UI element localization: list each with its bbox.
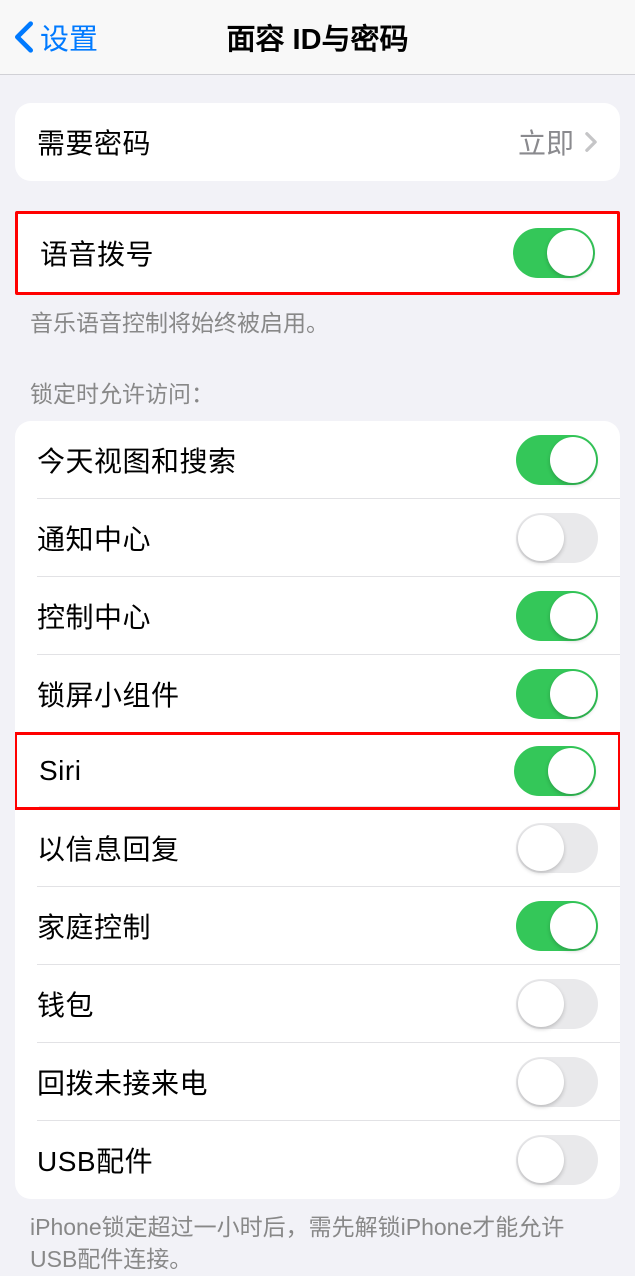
lock-access-row: 今天视图和搜索 — [15, 421, 620, 499]
toggle[interactable] — [516, 1057, 598, 1107]
lock-access-row: 回拨未接来电 — [15, 1043, 620, 1121]
row-label: USB配件 — [37, 1140, 153, 1180]
toggle[interactable] — [516, 979, 598, 1029]
navigation-bar: 设置 面容 ID与密码 — [0, 0, 635, 75]
row-label: 钱包 — [37, 984, 94, 1024]
voice-dial-group: 语音拨号 — [15, 211, 620, 295]
row-value: 立即 — [518, 122, 598, 162]
lock-access-row: 以信息回复 — [15, 809, 620, 887]
row-label: 语音拨号 — [40, 233, 154, 273]
row-label: Siri — [39, 755, 81, 787]
voice-dial-toggle[interactable] — [513, 228, 595, 278]
toggle[interactable] — [516, 513, 598, 563]
toggle[interactable] — [516, 1135, 598, 1185]
toggle[interactable] — [516, 669, 598, 719]
lock-access-row: 家庭控制 — [15, 887, 620, 965]
passcode-group: 需要密码 立即 — [15, 103, 620, 181]
toggle[interactable] — [516, 591, 598, 641]
row-label: 回拨未接来电 — [37, 1062, 208, 1102]
lock-access-row: 锁屏小组件 — [15, 655, 620, 733]
lock-access-header: 锁定时允许访问： — [0, 375, 635, 421]
toggle[interactable] — [516, 435, 598, 485]
row-label: 需要密码 — [37, 122, 151, 162]
toggle[interactable] — [516, 901, 598, 951]
lock-access-row: 通知中心 — [15, 499, 620, 577]
back-label: 设置 — [40, 16, 98, 58]
voice-dial-footer: 音乐语音控制将始终被启用。 — [0, 295, 635, 339]
lock-access-row: Siri — [15, 732, 620, 810]
row-label: 家庭控制 — [37, 906, 151, 946]
lock-access-footer: iPhone锁定超过一小时后，需先解锁iPhone才能允许USB配件连接。 — [0, 1199, 635, 1275]
toggle[interactable] — [516, 823, 598, 873]
lock-access-row: USB配件 — [15, 1121, 620, 1199]
chevron-right-icon — [584, 131, 598, 153]
lock-access-row: 控制中心 — [15, 577, 620, 655]
row-label: 以信息回复 — [37, 828, 180, 868]
require-passcode-row[interactable]: 需要密码 立即 — [15, 103, 620, 181]
chevron-left-icon — [14, 20, 34, 54]
toggle[interactable] — [514, 746, 596, 796]
row-label: 锁屏小组件 — [37, 674, 180, 714]
lock-access-row: 钱包 — [15, 965, 620, 1043]
lock-access-group: 今天视图和搜索通知中心控制中心锁屏小组件 Siri 以信息回复家庭控制钱包回拨未接来… — [15, 421, 620, 1199]
back-button[interactable]: 设置 — [0, 16, 98, 58]
voice-dial-row: 语音拨号 — [18, 214, 617, 292]
row-label: 控制中心 — [37, 596, 151, 636]
row-label: 今天视图和搜索 — [37, 440, 237, 480]
row-label: 通知中心 — [37, 518, 151, 558]
